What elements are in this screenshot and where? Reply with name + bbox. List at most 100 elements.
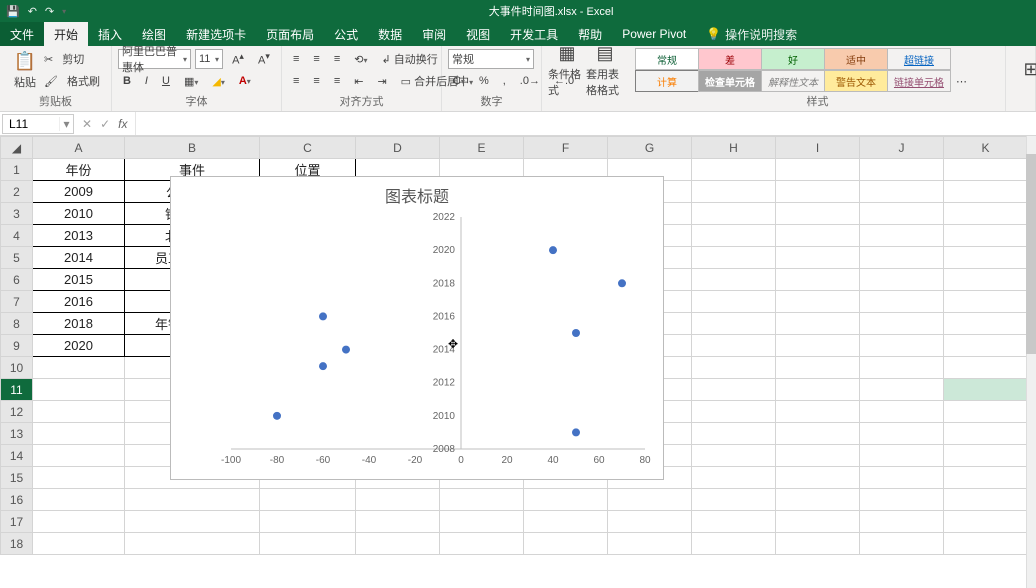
cell[interactable] xyxy=(860,511,944,533)
cell[interactable] xyxy=(692,313,776,335)
style-explanatory[interactable]: 解释性文本 xyxy=(761,70,825,92)
cell[interactable] xyxy=(692,291,776,313)
row-header[interactable]: 1 xyxy=(1,159,33,181)
cell[interactable] xyxy=(692,181,776,203)
cell[interactable] xyxy=(944,533,1028,555)
cell[interactable] xyxy=(440,489,524,511)
tab-layout[interactable]: 页面布局 xyxy=(256,22,324,46)
tab-newtab[interactable]: 新建选项卡 xyxy=(176,22,256,46)
cell[interactable] xyxy=(524,489,608,511)
cell[interactable] xyxy=(776,467,860,489)
cond-format-button[interactable]: ▦条件格式 xyxy=(548,48,586,92)
style-warning[interactable]: 警告文本 xyxy=(824,70,888,92)
align-right-button[interactable]: ≡ xyxy=(329,73,345,89)
cell[interactable] xyxy=(440,511,524,533)
cell[interactable] xyxy=(944,159,1028,181)
comma-button[interactable]: , xyxy=(498,73,511,89)
cell[interactable] xyxy=(860,313,944,335)
row-header[interactable]: 18 xyxy=(1,533,33,555)
redo-icon[interactable]: ↷ xyxy=(45,5,54,18)
cell[interactable] xyxy=(860,269,944,291)
cell[interactable] xyxy=(944,401,1028,423)
cell[interactable] xyxy=(33,423,125,445)
cell[interactable] xyxy=(860,467,944,489)
col-header-E[interactable]: E xyxy=(440,137,524,159)
row-header[interactable]: 12 xyxy=(1,401,33,423)
style-followed-link[interactable]: 链接单元格 xyxy=(887,70,951,92)
border-button[interactable]: ▦▾ xyxy=(179,73,203,90)
cell[interactable] xyxy=(776,247,860,269)
align-top-button[interactable]: ≡ xyxy=(288,51,304,67)
cell[interactable]: 2010 xyxy=(33,203,125,225)
cell[interactable] xyxy=(944,423,1028,445)
cell[interactable] xyxy=(608,533,692,555)
chart-plot-area[interactable]: -100-80-60-40-20020406080200820102012201… xyxy=(171,207,665,479)
row-header[interactable]: 3 xyxy=(1,203,33,225)
cell[interactable] xyxy=(260,533,356,555)
row-header[interactable]: 6 xyxy=(1,269,33,291)
cell[interactable] xyxy=(33,467,125,489)
shrink-font-button[interactable]: A▾ xyxy=(253,49,275,69)
cell[interactable] xyxy=(776,335,860,357)
cell[interactable] xyxy=(125,489,260,511)
cell[interactable]: 2009 xyxy=(33,181,125,203)
col-header-F[interactable]: F xyxy=(524,137,608,159)
style-bad[interactable]: 差 xyxy=(698,48,762,70)
cut-icon[interactable]: ✂ xyxy=(44,53,53,66)
row-header[interactable]: 13 xyxy=(1,423,33,445)
vertical-scrollbar[interactable] xyxy=(1026,136,1036,588)
cell[interactable] xyxy=(944,247,1028,269)
style-calc[interactable]: 计算 xyxy=(635,70,699,92)
cell[interactable] xyxy=(944,181,1028,203)
col-header-G[interactable]: G xyxy=(608,137,692,159)
cell[interactable] xyxy=(860,159,944,181)
cell[interactable] xyxy=(776,423,860,445)
cell[interactable] xyxy=(33,511,125,533)
cell[interactable] xyxy=(776,225,860,247)
qat-more-icon[interactable]: ▾ xyxy=(62,7,66,16)
cell[interactable] xyxy=(260,489,356,511)
cell[interactable]: 年份 xyxy=(33,159,125,181)
row-header[interactable]: 15 xyxy=(1,467,33,489)
font-name-combo[interactable]: 阿里巴巴普惠体▾ xyxy=(118,49,191,69)
row-header[interactable]: 14 xyxy=(1,445,33,467)
cell[interactable] xyxy=(944,225,1028,247)
undo-icon[interactable]: ↶ xyxy=(28,5,37,18)
embedded-chart[interactable]: 图表标题 -100-80-60-40-200204060802008201020… xyxy=(170,176,664,480)
row-header[interactable]: 5 xyxy=(1,247,33,269)
row-header[interactable]: 7 xyxy=(1,291,33,313)
cell[interactable] xyxy=(776,313,860,335)
cell[interactable] xyxy=(692,159,776,181)
cell[interactable] xyxy=(860,489,944,511)
select-all-corner[interactable]: ◢ xyxy=(1,137,33,159)
cell[interactable]: 2015 xyxy=(33,269,125,291)
cell[interactable]: 2014 xyxy=(33,247,125,269)
cell[interactable] xyxy=(944,203,1028,225)
cell[interactable] xyxy=(33,445,125,467)
cell[interactable] xyxy=(944,313,1028,335)
cell[interactable] xyxy=(860,379,944,401)
col-header-D[interactable]: D xyxy=(356,137,440,159)
cell[interactable] xyxy=(33,489,125,511)
cell[interactable] xyxy=(692,489,776,511)
cell[interactable] xyxy=(692,379,776,401)
cell[interactable] xyxy=(944,511,1028,533)
cell[interactable] xyxy=(860,445,944,467)
cell[interactable] xyxy=(125,511,260,533)
cell[interactable] xyxy=(860,225,944,247)
cell[interactable] xyxy=(776,181,860,203)
col-header-J[interactable]: J xyxy=(860,137,944,159)
name-box[interactable]: L11 ▾ xyxy=(2,114,74,134)
number-format-combo[interactable]: 常规▾ xyxy=(448,49,534,69)
col-header-B[interactable]: B xyxy=(125,137,260,159)
cell[interactable] xyxy=(944,269,1028,291)
row-header[interactable]: 9 xyxy=(1,335,33,357)
cell[interactable] xyxy=(692,423,776,445)
font-size-combo[interactable]: 11▾ xyxy=(195,49,223,69)
row-header[interactable]: 2 xyxy=(1,181,33,203)
cell[interactable] xyxy=(860,423,944,445)
style-neutral[interactable]: 适中 xyxy=(824,48,888,70)
cell[interactable] xyxy=(776,511,860,533)
cell[interactable]: 2018 xyxy=(33,313,125,335)
align-bottom-button[interactable]: ≡ xyxy=(329,51,345,67)
